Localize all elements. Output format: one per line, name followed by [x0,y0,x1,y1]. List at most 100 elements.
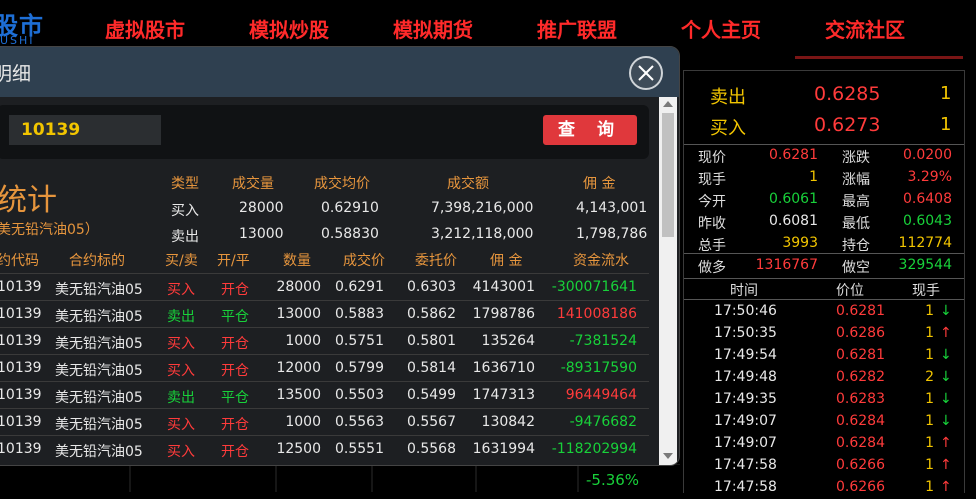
cell-order-price: 0.5862 [407,306,456,322]
cell-qty: 13500 [276,387,321,403]
cell-qty: 12000 [276,360,321,376]
scroll-thumb[interactable] [662,113,674,237]
site-logo[interactable]: 股市 USHI [0,4,44,50]
stat-label: 现手 [698,172,726,188]
cell-side: 卖出 [167,390,195,406]
nav-virtual-stock[interactable]: 虚拟股市 [105,14,185,43]
table-row[interactable]: 10139 美无铅汽油05 买入 开仓 1000 0.5563 0.5567 130842 -9… [0,408,649,436]
close-button[interactable] [629,56,663,90]
tick-qty: 2 [925,369,934,385]
stat-label: 最高 [842,194,870,210]
stat-title: 统计 [0,183,57,218]
quote-stat-row: 昨收 0.6081 最低 0.6043 [684,213,964,235]
tick-price: 0.6282 [836,369,885,385]
stat-header-type: 类型 [171,176,199,192]
cell-code: 10139 [0,360,42,376]
nav-simulated-futures[interactable]: 模拟期货 [393,14,473,43]
table-row[interactable]: 10139 美无铅汽油05 卖出 平仓 13000 0.5883 0.5862 1798786… [0,300,649,328]
tick-time: 17:47:58 [714,479,777,495]
tick-row: 17:50:35 0.6286 1 ↑ [684,323,964,345]
scroll-down-icon[interactable] [663,453,673,459]
col-header-cash-flow: 资金流水 [573,253,629,269]
stat-label: 持仓 [842,238,870,254]
tick-qty: 1 [925,479,934,495]
stat-volume: 28000 [239,200,284,216]
long-short-row: 做多 1316767 做空 329544 [684,257,964,277]
table-row[interactable]: 10139 美无铅汽油05 买入 开仓 1000 0.5751 0.5801 135264 -7… [0,327,649,355]
stat-value: 3993 [782,235,818,251]
nav-personal-home[interactable]: 个人主页 [681,14,761,43]
nav-affiliate[interactable]: 推广联盟 [537,14,617,43]
search-box: 查 询 [0,105,649,159]
tick-row: 17:49:07 0.6284 1 ↓ [684,411,964,433]
dialog-title: 明细 [0,63,32,85]
tick-row: 17:49:48 0.6282 2 ↓ [684,367,964,389]
cell-order-price: 0.5814 [407,360,456,376]
cell-open-close: 平仓 [221,309,249,325]
query-button[interactable]: 查 询 [543,115,637,145]
stat-value: 0.6081 [769,213,818,229]
arrow-down-icon: ↓ [940,303,952,319]
table-row[interactable]: 10139 美无铅汽油05 买入 开仓 12000 0.5799 0.5814 1636710… [0,354,649,382]
cell-cash-flow: -9476682 [569,414,637,430]
cell-commission: 1747313 [472,387,535,403]
cell-order-price: 0.5801 [407,333,456,349]
cell-open-close: 开仓 [221,417,249,433]
stat-commission: 4,143,001 [576,200,648,216]
tick-row: 17:49:54 0.6281 1 ↓ [684,345,964,367]
ask-row: 卖出 0.6285 1 [684,83,964,109]
cell-price: 0.5751 [335,333,384,349]
table-row[interactable]: 10139 美无铅汽油05 买入 开仓 12500 0.5551 0.5568 1631994… [0,435,649,463]
cell-side: 买入 [167,417,195,433]
tick-price: 0.6266 [836,457,885,473]
tick-qty: 1 [925,457,934,473]
cell-price: 0.5799 [335,360,384,376]
nav-community[interactable]: 交流社区 [825,14,905,43]
stat-label: 总手 [698,238,726,254]
stat-label: 最低 [842,216,870,232]
dialog-header: 明细 [0,47,679,97]
arrow-up-icon: ↑ [940,325,952,341]
cell-code: 10139 [0,441,42,457]
quote-stat-row: 现价 0.6281 涨跌 0.0200 [684,147,964,169]
tick-time: 17:50:35 [714,325,777,341]
stat-avg-price: 0.62910 [321,200,379,216]
divider [684,144,964,145]
cell-open-close: 开仓 [221,363,249,379]
arrow-up-icon: ↑ [940,479,952,495]
stat-type: 买入 [171,203,199,219]
tick-header-time: 时间 [730,283,758,299]
cell-name: 美无铅汽油05 [55,363,143,379]
col-header-qty: 数量 [283,253,311,269]
cell-price: 0.5503 [335,387,384,403]
cell-commission: 1631994 [472,441,535,457]
table-row[interactable]: 10139 美无铅汽油05 卖出 平仓 13500 0.5503 0.5499 1747313… [0,381,649,409]
stat-header-avg-price: 成交均价 [314,176,370,192]
stat-amount: 7,398,216,000 [431,200,534,216]
stat-label: 今开 [698,194,726,210]
cell-order-price: 0.5567 [407,414,456,430]
nav-simulated-trading[interactable]: 模拟炒股 [249,14,329,43]
tick-row: 17:49:07 0.6284 1 ↑ [684,433,964,455]
ask-price: 0.6285 [814,83,881,105]
divider [684,278,964,279]
cell-cash-flow: 96449464 [565,387,637,403]
arrow-down-icon: ↓ [940,369,952,385]
tick-price: 0.6281 [836,347,885,363]
stat-type: 卖出 [171,229,199,245]
arrow-down-icon: ↓ [940,391,952,407]
contract-code-input[interactable] [9,115,161,145]
short-value: 329544 [898,257,952,273]
nav-active-underline [795,56,963,59]
dialog-scrollbar[interactable] [659,97,677,465]
table-row[interactable]: 10139 美无铅汽油05 买入 开仓 28000 0.6291 0.6303 4143001… [0,273,649,301]
col-header-open-close: 开/平 [217,253,250,269]
cell-code: 10139 [0,333,42,349]
tick-qty: 1 [925,391,934,407]
cell-name: 美无铅汽油05 [55,444,143,460]
stat-volume: 13000 [239,226,284,242]
divider [684,299,964,300]
cell-price: 0.6291 [335,279,384,295]
cell-open-close: 开仓 [221,282,249,298]
scroll-up-icon[interactable] [663,101,673,107]
